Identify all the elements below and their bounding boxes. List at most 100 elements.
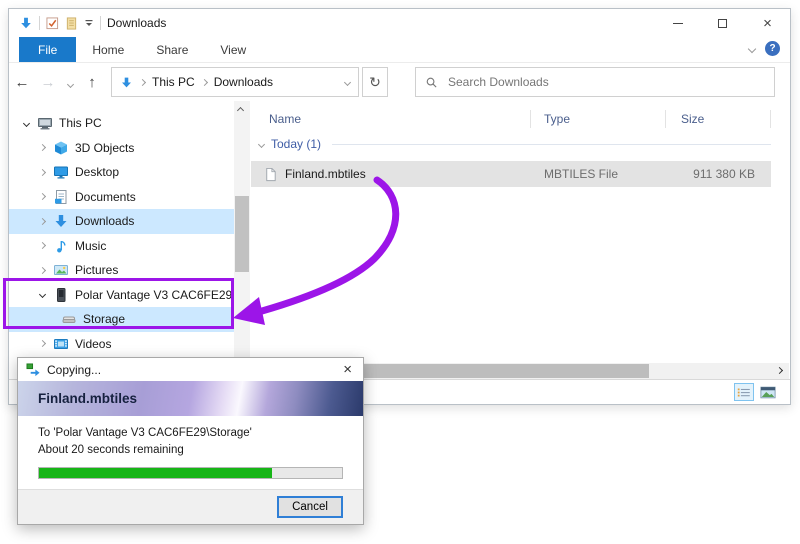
explorer-window: Downloads × File Home Share View ? ← → ↑ [8, 8, 791, 405]
copy-files-icon [26, 363, 41, 377]
sidebar-item-label: Music [75, 239, 106, 253]
sidebar-item-videos[interactable]: Videos [9, 332, 234, 357]
address-dropdown-chevron-icon[interactable] [344, 78, 351, 85]
group-collapse-chevron-icon[interactable] [258, 140, 265, 147]
chevron-right-icon[interactable] [38, 144, 45, 151]
sidebar-item-label: 3D Objects [75, 141, 134, 155]
sidebar-scrollbar[interactable] [234, 101, 250, 363]
group-label: Today (1) [271, 137, 321, 151]
ribbon-tabs: File Home Share View [9, 37, 790, 63]
sidebar-item-label: Polar Vantage V3 CAC6FE29 [75, 288, 232, 302]
pictures-icon [53, 262, 69, 278]
column-headers: Name Type Size [251, 107, 790, 131]
sidebar-item-music[interactable]: Music [9, 234, 234, 259]
search-input[interactable] [446, 74, 765, 90]
column-header-size[interactable]: Size [666, 110, 771, 128]
ribbon-right-controls: ? [749, 41, 780, 56]
chevron-right-icon[interactable] [38, 193, 45, 200]
tab-share[interactable]: Share [140, 37, 204, 62]
column-header-name[interactable]: Name [251, 110, 531, 128]
search-icon [425, 76, 438, 89]
breadcrumb-downloads[interactable]: Downloads [214, 75, 273, 89]
dialog-close-icon[interactable]: × [340, 362, 355, 377]
navigation-tree: This PC 3D Objects [9, 101, 234, 363]
chevron-right-icon[interactable] [38, 218, 45, 225]
search-box[interactable] [415, 67, 775, 97]
refresh-button[interactable]: ↻ [362, 67, 388, 97]
sidebar-item-label: Downloads [75, 214, 134, 228]
videos-icon [53, 336, 69, 352]
chevron-down-icon[interactable] [22, 120, 29, 127]
sidebar-item-this-pc[interactable]: This PC [9, 111, 234, 136]
chevron-right-icon[interactable] [38, 340, 45, 347]
sidebar-item-documents[interactable]: Documents [9, 185, 234, 210]
downloads-icon [120, 76, 133, 89]
sidebar-item-desktop[interactable]: Desktop [9, 160, 234, 185]
minimize-button[interactable] [655, 9, 700, 37]
divider [39, 16, 40, 30]
sidebar-item-label: Pictures [75, 263, 118, 277]
sidebar-item-label: This PC [59, 116, 102, 130]
dialog-footer: Cancel [18, 489, 363, 524]
help-icon[interactable]: ? [765, 41, 780, 56]
notes-icon[interactable] [65, 17, 78, 30]
file-icon [263, 167, 278, 182]
sidebar-item-storage[interactable]: Storage [9, 307, 234, 332]
copying-dialog: Copying... × Finland.mbtiles To 'Polar V… [17, 357, 364, 525]
expand-ribbon-chevron-icon[interactable] [748, 44, 756, 52]
progress-bar [38, 467, 343, 479]
window-title: Downloads [107, 16, 166, 30]
chevron-right-icon[interactable] [38, 267, 45, 274]
forward-button[interactable]: → [35, 74, 61, 91]
details-view-icon[interactable] [734, 383, 754, 401]
tab-view[interactable]: View [204, 37, 262, 62]
maximize-button[interactable] [700, 9, 745, 37]
sidebar-item-label: Videos [75, 337, 111, 351]
sidebar-item-3d-objects[interactable]: 3D Objects [9, 136, 234, 161]
file-size: 911 380 KB [666, 167, 771, 181]
navigation-bar: ← → ↑ This PC Downloads ↻ [9, 63, 790, 101]
cancel-button[interactable]: Cancel [277, 496, 343, 518]
dialog-body: To 'Polar Vantage V3 CAC6FE29\Storage' A… [18, 416, 363, 459]
address-bar[interactable]: This PC Downloads [111, 67, 359, 97]
page: Downloads × File Home Share View ? ← → ↑ [0, 0, 800, 544]
thumbnails-view-icon[interactable] [758, 383, 778, 401]
downloads-app-icon [19, 16, 33, 30]
file-list-pane: Name Type Size Today (1) Finland. [251, 101, 790, 363]
progress-fill [39, 468, 272, 478]
group-divider-line [332, 144, 771, 145]
qat-dropdown-icon[interactable] [84, 18, 94, 28]
file-type: MBTILES File [531, 167, 666, 181]
tab-file[interactable]: File [19, 37, 76, 62]
back-button[interactable]: ← [9, 74, 35, 91]
scroll-right-icon[interactable] [776, 367, 783, 374]
scrollbar-thumb[interactable] [235, 196, 249, 272]
sidebar-item-label: Desktop [75, 165, 119, 179]
sidebar-item-label: Storage [83, 312, 125, 326]
downloads-icon [53, 213, 69, 229]
file-name: Finland.mbtiles [285, 167, 366, 181]
documents-icon [53, 189, 69, 205]
sidebar-item-pictures[interactable]: Pictures [9, 258, 234, 283]
group-header-today[interactable]: Today (1) [251, 131, 771, 157]
this-pc-icon [37, 115, 53, 131]
close-button[interactable]: × [745, 9, 790, 37]
sidebar-item-downloads[interactable]: Downloads [9, 209, 234, 234]
breadcrumb-chevron-icon[interactable] [139, 78, 146, 85]
checkbox-icon[interactable] [46, 17, 59, 30]
up-button[interactable]: ↑ [79, 74, 105, 91]
recent-locations-chevron-icon[interactable] [61, 74, 79, 91]
breadcrumb-chevron-icon[interactable] [201, 78, 208, 85]
sidebar-item-polar-vantage[interactable]: Polar Vantage V3 CAC6FE29 [9, 283, 234, 308]
divider [100, 16, 101, 30]
breadcrumb-this-pc[interactable]: This PC [152, 75, 195, 89]
dialog-file-name: Finland.mbtiles [38, 391, 137, 406]
chevron-right-icon[interactable] [38, 242, 45, 249]
column-header-type[interactable]: Type [531, 110, 666, 128]
file-row-finland-mbtiles[interactable]: Finland.mbtiles MBTILES File 911 380 KB [251, 161, 771, 187]
chevron-down-icon[interactable] [38, 291, 45, 298]
tab-home[interactable]: Home [76, 37, 140, 62]
dialog-file-banner: Finland.mbtiles [18, 381, 363, 416]
chevron-right-icon[interactable] [38, 169, 45, 176]
scroll-up-icon[interactable] [237, 107, 244, 114]
